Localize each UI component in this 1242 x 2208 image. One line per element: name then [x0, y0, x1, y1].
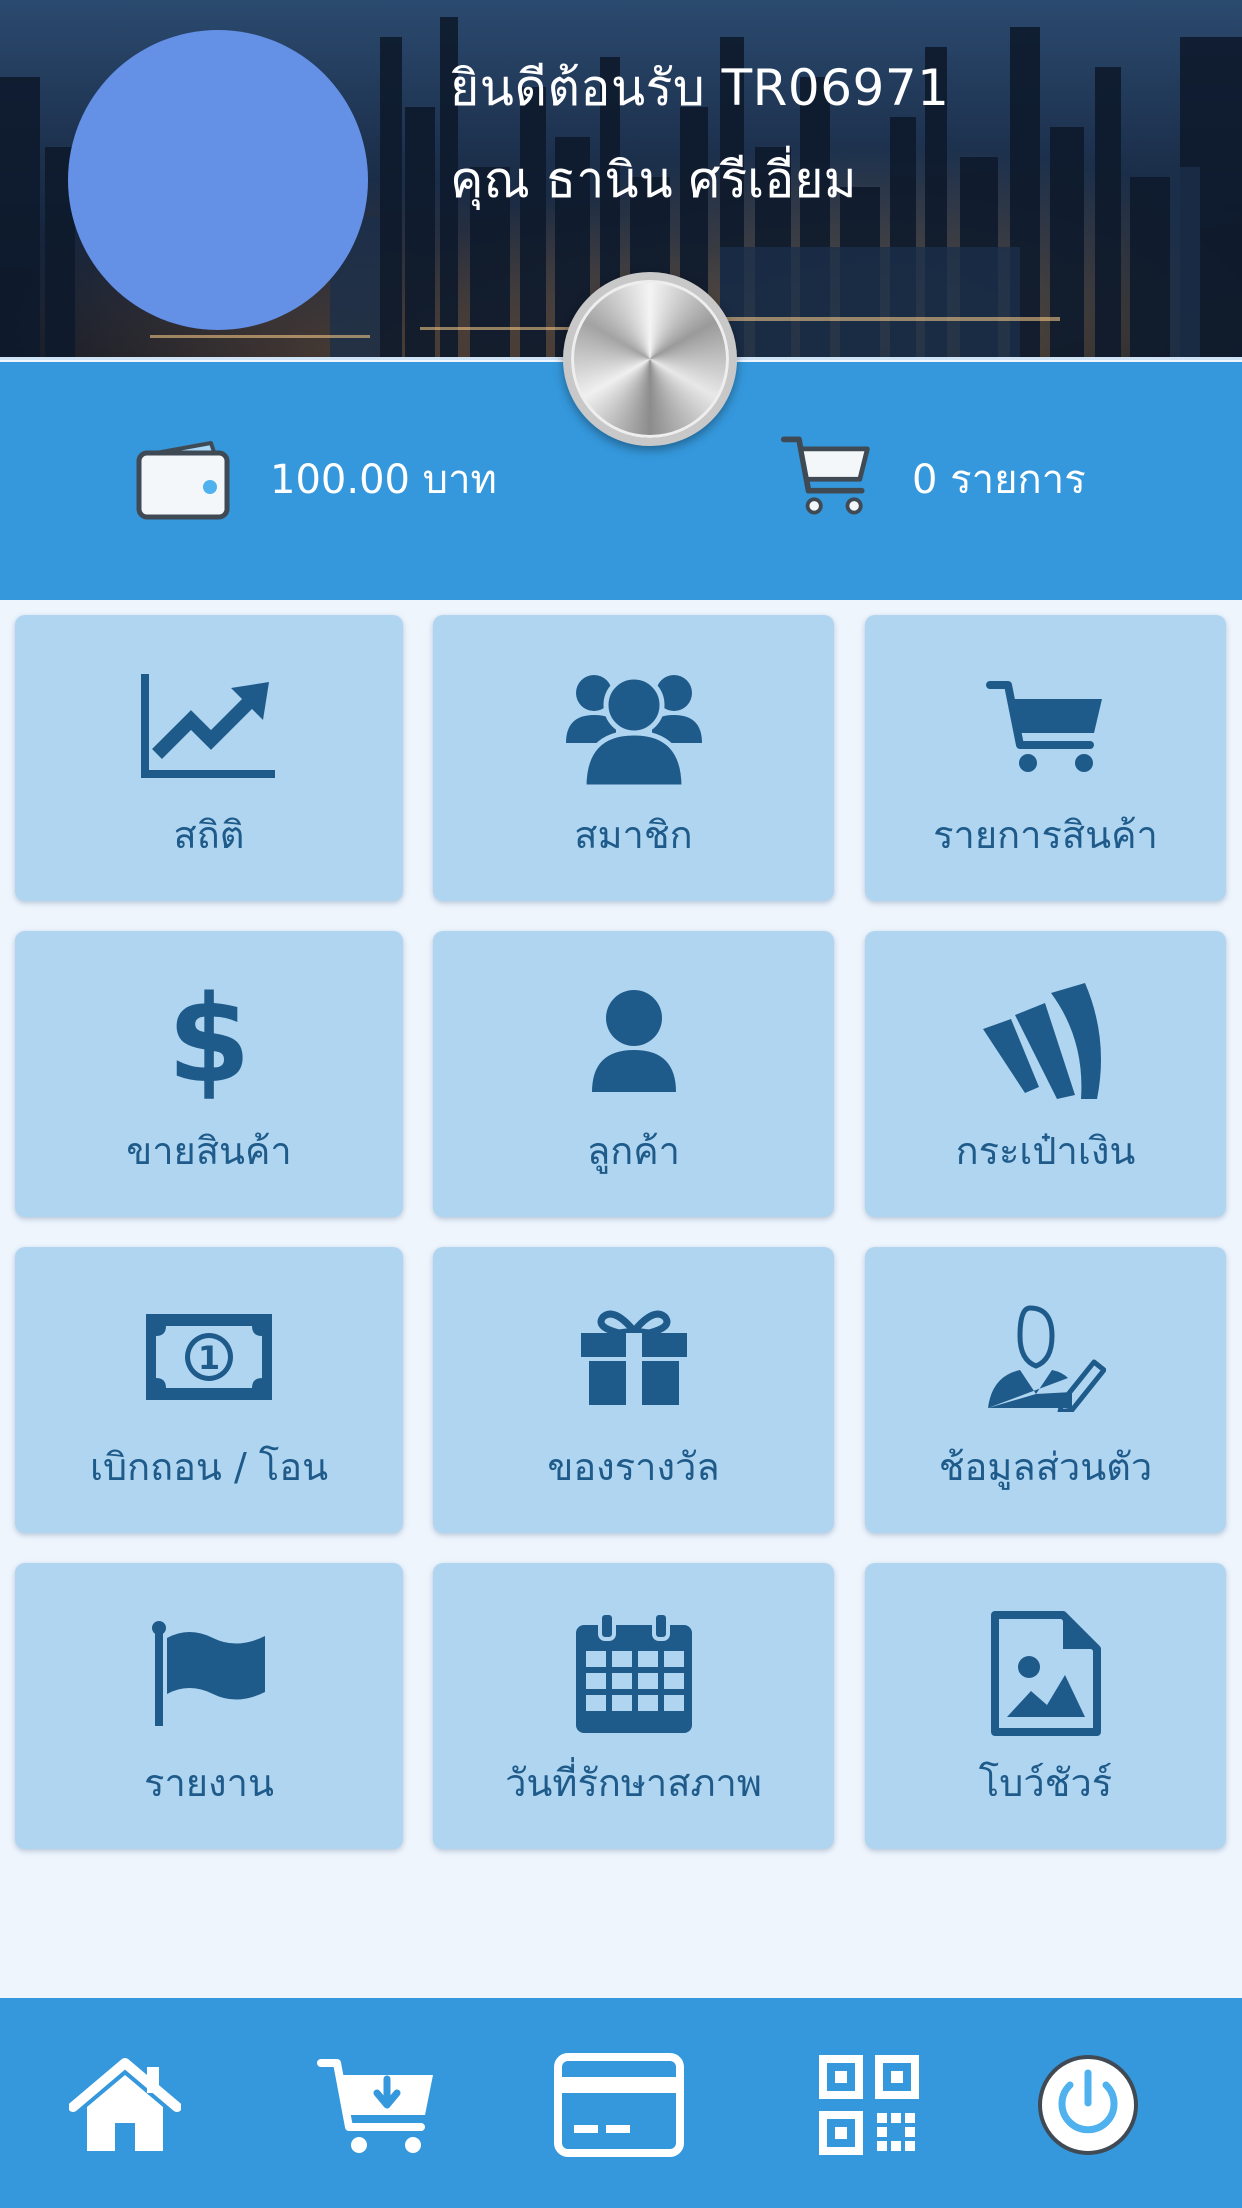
- cart-download-icon: [317, 2059, 433, 2153]
- user-icon: [591, 990, 676, 1092]
- nav-home[interactable]: [60, 2050, 190, 2160]
- menu-tile-statistics[interactable]: สถิติ: [15, 615, 403, 901]
- credit-card-icon: [554, 2053, 684, 2157]
- avatar[interactable]: [68, 30, 368, 330]
- tile-label: รายการสินค้า: [933, 813, 1158, 857]
- wallet-balance: 100.00 บาท: [270, 457, 497, 503]
- svg-text:1: 1: [198, 1339, 220, 1377]
- menu-tile-customers[interactable]: ลูกค้า: [433, 931, 834, 1217]
- tile-label: ลูกค้า: [586, 1129, 681, 1173]
- menu-tile-products[interactable]: รายการสินค้า: [865, 615, 1226, 901]
- cart-summary-icon: [780, 436, 870, 515]
- qr-code-icon: [819, 2055, 919, 2155]
- user-name: คุณ ธานิน ศรีเอี่ยม: [450, 151, 857, 209]
- chart-icon: [141, 674, 275, 778]
- flag-icon: [152, 1621, 265, 1726]
- menu-tile-withdraw-transfer[interactable]: 1 เบิกถอน / โอน: [15, 1247, 403, 1533]
- cart-count: 0 รายการ: [912, 457, 1086, 503]
- home-icon: [69, 2058, 181, 2151]
- tile-label: วันที่รักษาสภาพ: [505, 1761, 762, 1805]
- nav-qr[interactable]: [804, 2050, 934, 2160]
- power-icon: [1038, 2055, 1138, 2155]
- menu-tile-rewards[interactable]: ของรางวัล: [433, 1247, 834, 1533]
- gift-icon: [580, 1310, 687, 1405]
- image-file-icon: [990, 1610, 1101, 1736]
- welcome-text: ยินดีต้อนรับ TR06971: [450, 59, 950, 117]
- menu-tile-brochure[interactable]: โบว์ชัวร์: [865, 1563, 1226, 1849]
- tile-label: ขายสินค้า: [126, 1129, 292, 1173]
- calendar-icon: [575, 1610, 692, 1733]
- menu-tile-profile[interactable]: ช้อมูลส่วนตัว: [865, 1247, 1226, 1533]
- menu-tile-members[interactable]: สมาชิก: [433, 615, 834, 901]
- menu-tile-report[interactable]: รายงาน: [15, 1563, 403, 1849]
- tile-label: เบิกถอน / โอน: [89, 1445, 329, 1489]
- tile-label: กระเป๋าเงิน: [955, 1129, 1136, 1173]
- profile-edit-icon: [987, 1305, 1106, 1412]
- cart-icon: [985, 681, 1102, 772]
- wallet-stripes-icon: [982, 982, 1101, 1099]
- banknote-icon: 1: [146, 1314, 272, 1400]
- tile-label: ช้อมูลส่วนตัว: [938, 1445, 1153, 1489]
- nav-payment[interactable]: [554, 2050, 684, 2160]
- menu-tile-maintenance-date[interactable]: วันที่รักษาสภาพ: [433, 1563, 834, 1849]
- nav-logout[interactable]: [1023, 2050, 1153, 2160]
- wallet-icon: [136, 441, 230, 520]
- users-icon: [565, 674, 702, 788]
- menu-tile-wallet[interactable]: กระเป๋าเงิน: [865, 931, 1226, 1217]
- dollar-icon: $: [167, 971, 251, 1110]
- tile-label: ของรางวัล: [547, 1445, 720, 1489]
- tile-label: รายงาน: [144, 1761, 274, 1805]
- bottom-navigation: [0, 1998, 1242, 2208]
- menu-tile-sell[interactable]: $ ขายสินค้า: [15, 931, 403, 1217]
- tile-label: สมาชิก: [574, 813, 693, 857]
- tile-label: สถิติ: [173, 813, 245, 857]
- tile-label: โบว์ชัวร์: [978, 1761, 1113, 1805]
- nav-cart[interactable]: [312, 2050, 442, 2160]
- coin-badge-icon[interactable]: [563, 272, 737, 446]
